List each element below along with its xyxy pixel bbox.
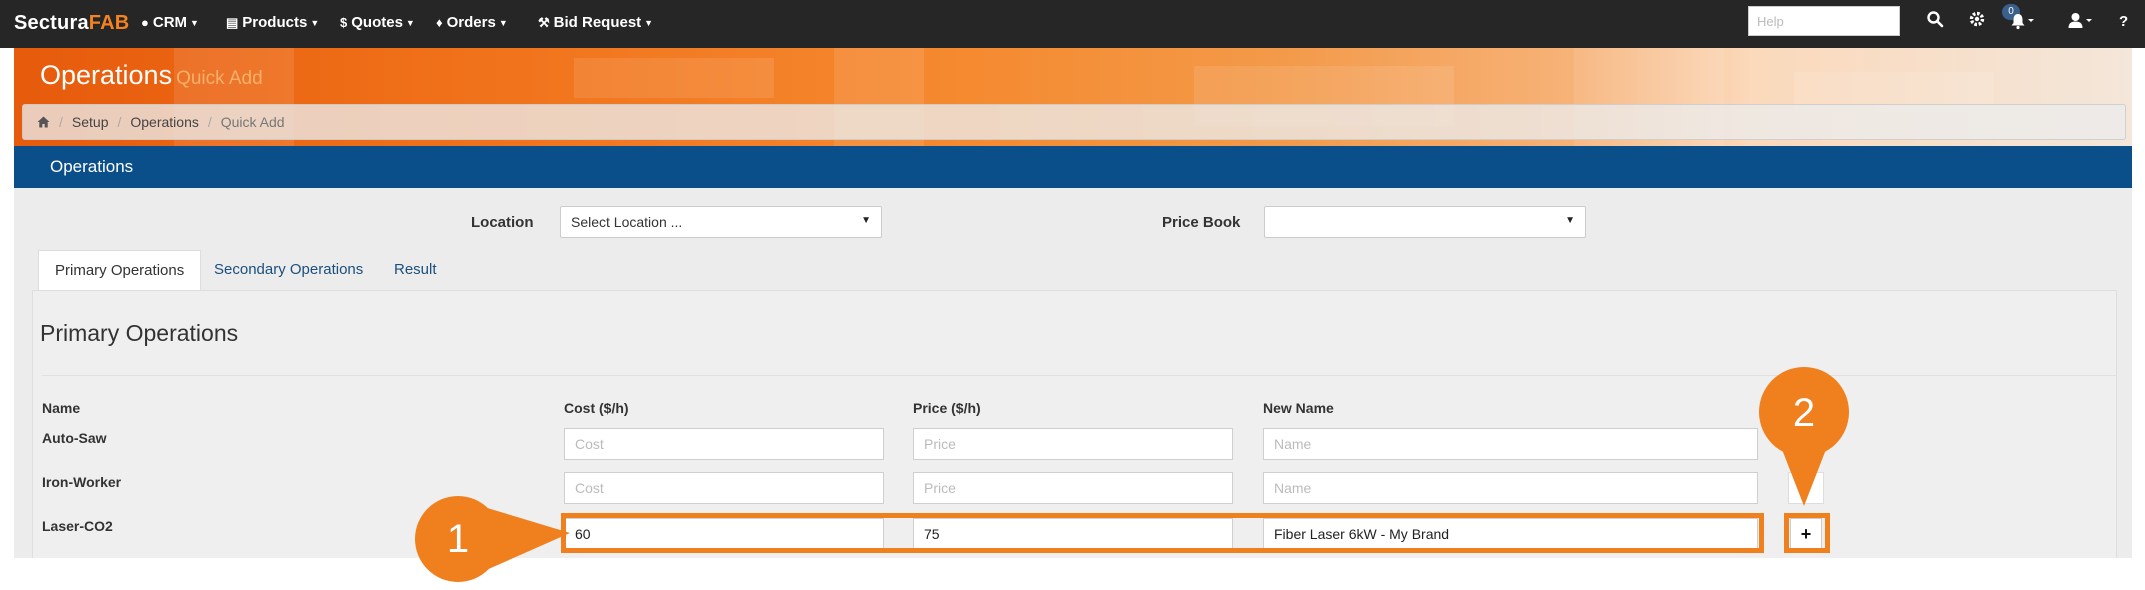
cost-input-auto-saw[interactable]	[564, 428, 884, 460]
breadcrumb-setup[interactable]: Setup	[72, 114, 109, 130]
page-title-text: Operations	[40, 60, 173, 90]
page-title: Operations Quick Add	[40, 60, 263, 91]
brand-part-2: FAB	[88, 12, 130, 34]
breadcrumb-separator: /	[117, 114, 122, 130]
new-name-input-auto-saw[interactable]	[1263, 428, 1758, 460]
caret-down-icon: ▼	[644, 18, 654, 28]
page-subtitle: Quick Add	[176, 68, 263, 89]
user-icon: ●	[141, 15, 149, 30]
caret-down-icon: ▼	[310, 18, 320, 28]
caret-down-icon: ▼	[498, 18, 508, 28]
brand-logo[interactable]: SecturaFAB	[14, 12, 129, 35]
column-header-price: Price ($/h)	[913, 400, 981, 416]
caret-down-icon: ▼	[1565, 215, 1575, 226]
price-book-label: Price Book	[1162, 214, 1241, 231]
callout-number-one: 1	[446, 517, 470, 561]
search-icon[interactable]	[1926, 10, 1944, 33]
new-name-input-iron-worker[interactable]	[1263, 472, 1758, 504]
price-book-select[interactable]: ▼	[1264, 206, 1586, 238]
brand-part-1: Sectura	[14, 12, 89, 34]
nav-products[interactable]: ▤ Products ▼	[226, 14, 319, 31]
bell-icon: ♦	[436, 15, 443, 30]
user-menu-icon[interactable]	[2068, 12, 2094, 35]
nav-bid-request-label: Bid Request	[553, 14, 642, 31]
gavel-icon: ⚒	[538, 15, 550, 30]
tab-primary-operations[interactable]: Primary Operations	[38, 250, 202, 290]
page-header-banner: Operations Quick Add / Setup / Operations / Qu…	[14, 48, 2132, 146]
breadcrumb-separator: /	[207, 114, 212, 130]
nav-crm[interactable]: ● CRM ▼	[141, 14, 199, 31]
list-icon: ▤	[226, 15, 239, 30]
column-header-cost: Cost ($/h)	[564, 400, 629, 416]
location-label: Location	[471, 214, 534, 231]
nav-quotes-label: Quotes	[351, 14, 403, 31]
callout-highlight-inputs	[561, 513, 1764, 553]
dollar-icon: $	[340, 15, 348, 30]
breadcrumb: / Setup / Operations / Quick Add	[22, 104, 2126, 140]
tab-secondary-operations[interactable]: Secondary Operations	[198, 250, 379, 290]
operation-name-laser-co2: Laser-CO2	[42, 518, 113, 534]
callout-pointer-two	[1759, 367, 1849, 506]
caret-down-icon: ▼	[861, 215, 871, 226]
nav-products-label: Products	[242, 14, 308, 31]
notifications-bell-icon[interactable]	[2010, 12, 2036, 35]
callout-highlight-add-button	[1784, 513, 1830, 553]
home-icon[interactable]	[37, 114, 50, 130]
operation-name-iron-worker: Iron-Worker	[42, 474, 122, 490]
caret-down-icon: ▼	[405, 18, 415, 28]
top-navbar: SecturaFAB ● CRM ▼ ▤ Products ▼ $ Quotes ▼ ♦ Or…	[0, 0, 2145, 48]
column-header-new-name: New Name	[1263, 400, 1334, 416]
operation-name-auto-saw: Auto-Saw	[42, 430, 107, 446]
help-search-input[interactable]	[1748, 6, 1900, 36]
breadcrumb-operations[interactable]: Operations	[130, 114, 198, 130]
breadcrumb-quick-add: Quick Add	[220, 114, 285, 130]
help-question-icon[interactable]: ?	[2119, 13, 2128, 30]
location-select[interactable]: Select Location ... ▼	[560, 206, 882, 238]
caret-down-icon: ▼	[190, 18, 199, 28]
primary-operations-title: Primary Operations	[40, 320, 239, 346]
nav-quotes[interactable]: $ Quotes ▼	[340, 14, 415, 31]
operations-section-bar: Operations	[14, 146, 2132, 188]
location-select-value: Select Location ...	[571, 214, 683, 230]
nav-bid-request[interactable]: ⚒ Bid Request ▼	[538, 14, 653, 31]
price-input-auto-saw[interactable]	[913, 428, 1233, 460]
callout-number-two: 2	[1792, 391, 1816, 435]
gear-icon[interactable]	[1968, 10, 1986, 33]
price-input-iron-worker[interactable]	[913, 472, 1233, 504]
breadcrumb-separator: /	[59, 114, 63, 130]
tab-result[interactable]: Result	[378, 250, 453, 290]
cost-input-iron-worker[interactable]	[564, 472, 884, 504]
nav-orders[interactable]: ♦ Orders ▼	[436, 14, 508, 31]
app-root: SecturaFAB ● CRM ▼ ▤ Products ▼ $ Quotes ▼ ♦ Or…	[0, 0, 2145, 590]
column-header-name: Name	[42, 400, 81, 416]
nav-orders-label: Orders	[446, 14, 496, 31]
nav-crm-label: CRM	[152, 14, 188, 31]
